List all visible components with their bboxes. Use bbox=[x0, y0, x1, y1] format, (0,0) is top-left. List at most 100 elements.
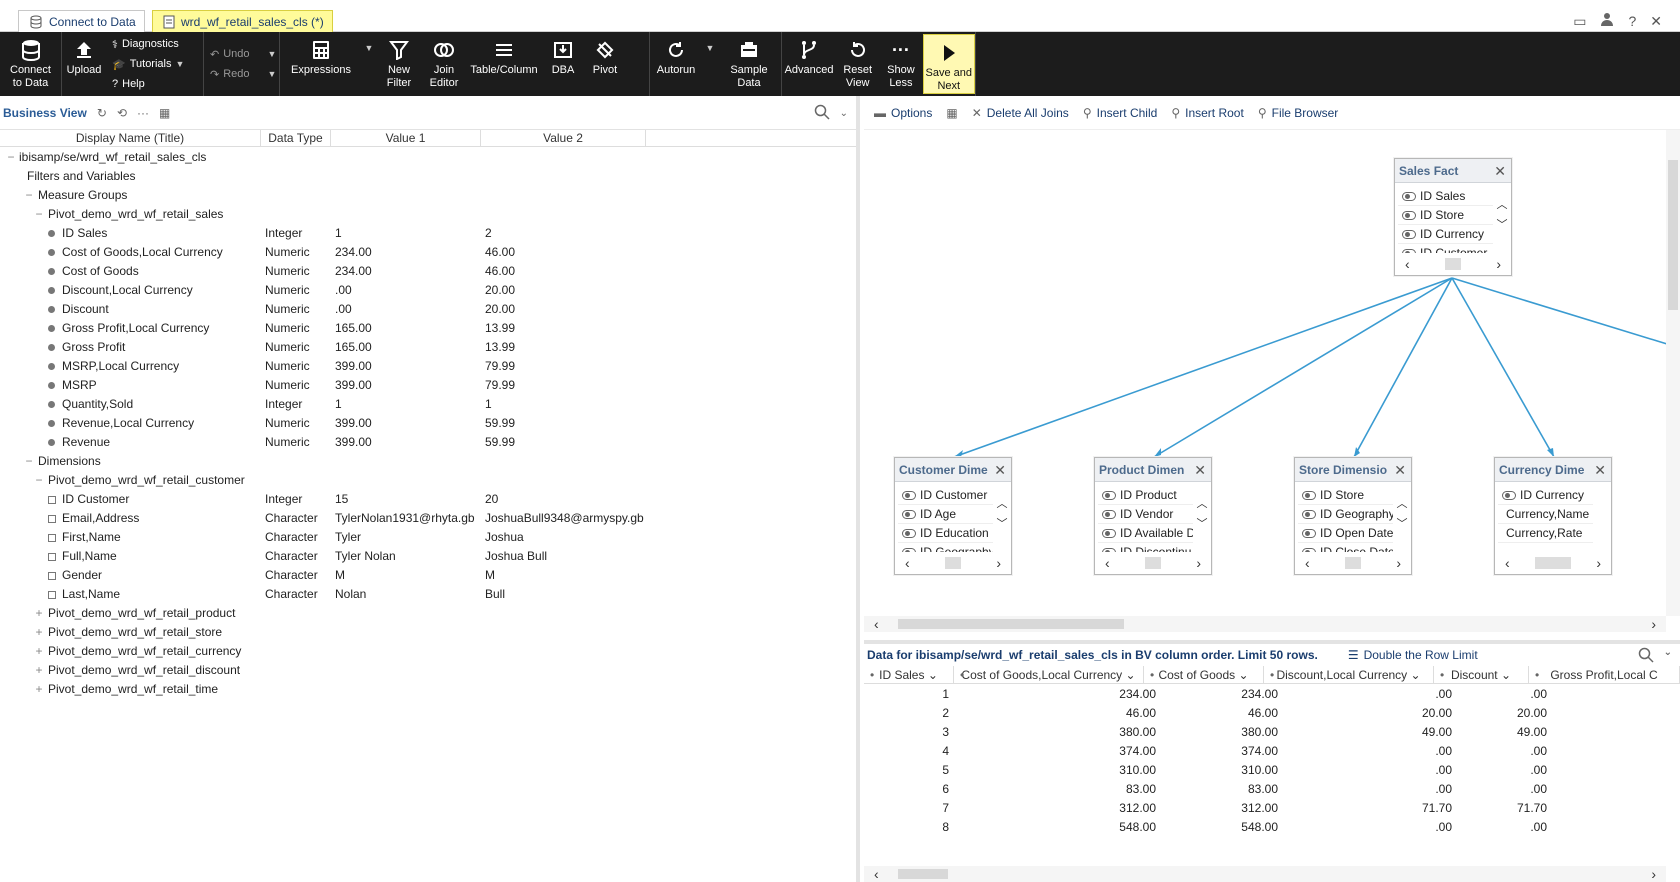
tree-row[interactable]: − ibisamp/se/wrd_wf_retail_sales_cls bbox=[0, 148, 856, 167]
chevron-left-icon[interactable]: ‹ bbox=[874, 866, 879, 882]
entity-store[interactable]: Store Dimensio ✕ ID Store ID Geography ID Op… bbox=[1294, 457, 1412, 575]
tree-row[interactable]: − Dimensions bbox=[0, 452, 856, 471]
tree-row[interactable]: MSRP,Local Currency Numeric 399.00 79.99 bbox=[0, 357, 856, 376]
more-icon[interactable]: ··· bbox=[137, 106, 149, 120]
grid-column-header[interactable]: Gross Profit,Local C bbox=[1529, 666, 1680, 683]
expand-icon[interactable]: + bbox=[34, 623, 44, 642]
chevron-left-icon[interactable]: ‹ bbox=[1305, 555, 1310, 571]
tree-row[interactable]: + Pivot_demo_wrd_wf_retail_store bbox=[0, 623, 856, 642]
tree-row[interactable]: − Pivot_demo_wrd_wf_retail_sales bbox=[0, 205, 856, 224]
collapse-icon[interactable]: − bbox=[6, 148, 16, 167]
table-row[interactable]: 4 374.00 374.00 .00 .00 bbox=[864, 742, 1680, 761]
grid-icon[interactable]: ▦ bbox=[159, 106, 170, 120]
tab-retail-sales[interactable]: wrd_wf_retail_sales_cls (*) bbox=[152, 10, 333, 32]
tree-row[interactable]: ID Customer Integer 15 20 bbox=[0, 490, 856, 509]
tree-row[interactable]: + Pivot_demo_wrd_wf_retail_discount bbox=[0, 661, 856, 680]
scroll-thumb[interactable] bbox=[898, 619, 1124, 629]
tree-row[interactable]: + Pivot_demo_wrd_wf_retail_product bbox=[0, 604, 856, 623]
insert-root-button[interactable]: ⚲ Insert Root bbox=[1171, 106, 1244, 120]
close-icon[interactable]: ✕ bbox=[1650, 13, 1662, 29]
table-column-button[interactable]: Table/Column bbox=[466, 32, 542, 96]
tree-row[interactable]: Cost of Goods,Local Currency Numeric 234.0… bbox=[0, 243, 856, 262]
tree-row[interactable]: Discount Numeric .00 20.00 bbox=[0, 300, 856, 319]
save-and-next-button[interactable]: Save and Next bbox=[922, 34, 976, 94]
chevron-up-icon[interactable]: ︿ bbox=[1196, 494, 1208, 514]
column-header-data-type[interactable]: Data Type bbox=[261, 130, 331, 146]
entity-vertical-scroll[interactable]: ︿ ﹀ bbox=[996, 494, 1008, 544]
tree-row[interactable]: Gender Character M M bbox=[0, 566, 856, 585]
join-line-product[interactable] bbox=[1153, 277, 1453, 458]
chevron-down-icon[interactable]: ﹀ bbox=[1196, 514, 1208, 534]
entity-horizontal-scroll[interactable]: ‹ › bbox=[905, 555, 1001, 571]
column-header-display-name[interactable]: Display Name (Title) bbox=[0, 130, 261, 146]
tree-row[interactable]: First,Name Character Tyler Joshua bbox=[0, 528, 856, 547]
scroll-thumb[interactable] bbox=[1145, 557, 1161, 569]
dba-button[interactable]: DBA bbox=[542, 32, 584, 96]
chevron-left-icon[interactable]: ‹ bbox=[874, 616, 879, 632]
grid-column-header[interactable]: Cost of Goods,Local Currency ⌄ bbox=[954, 666, 1144, 683]
entity-title[interactable]: Customer Dime ✕ bbox=[895, 458, 1011, 482]
chevron-left-icon[interactable]: ‹ bbox=[1505, 555, 1510, 571]
close-icon[interactable]: ✕ bbox=[1594, 458, 1606, 481]
chevron-up-icon[interactable]: ︿ bbox=[1496, 195, 1508, 215]
expressions-button[interactable]: Expressions bbox=[280, 32, 362, 96]
chevron-down-icon[interactable]: ﹀ bbox=[996, 514, 1008, 534]
tree-row[interactable]: Full,Name Character Tyler Nolan Joshua Bull bbox=[0, 547, 856, 566]
entity-horizontal-scroll[interactable]: ‹ › bbox=[1305, 555, 1401, 571]
tree-row[interactable]: − Pivot_demo_wrd_wf_retail_customer bbox=[0, 471, 856, 490]
chevron-right-icon[interactable]: › bbox=[1651, 616, 1656, 632]
user-icon[interactable] bbox=[1600, 12, 1614, 29]
collapse-icon[interactable]: − bbox=[34, 471, 44, 490]
entity-field[interactable]: ID Vendor bbox=[1098, 505, 1193, 524]
file-browser-button[interactable]: ⚲ File Browser bbox=[1258, 106, 1338, 120]
autorun-button[interactable]: Autorun bbox=[650, 32, 702, 96]
advanced-button[interactable]: Advanced bbox=[782, 32, 836, 96]
chevron-down-icon[interactable]: ﹀ bbox=[1496, 215, 1508, 235]
grid-column-header[interactable]: Discount ⌄ bbox=[1434, 666, 1529, 683]
redo-button[interactable]: ↷ Redo ▼ bbox=[210, 66, 276, 83]
window-icon[interactable]: ▭ bbox=[1573, 13, 1586, 29]
chevron-right-icon[interactable]: › bbox=[1496, 256, 1501, 272]
autorun-dropdown[interactable]: ▼ bbox=[702, 32, 718, 96]
collapse-icon[interactable]: − bbox=[34, 205, 44, 224]
options-button[interactable]: ▬ Options bbox=[874, 106, 932, 120]
chevron-right-icon[interactable]: › bbox=[1196, 555, 1201, 571]
entity-field[interactable]: ID Education bbox=[898, 524, 993, 543]
delete-all-joins-button[interactable]: ✕ Delete All Joins bbox=[972, 106, 1069, 120]
entity-product[interactable]: Product Dimen ✕ ID Product ID Vendor ID Avai… bbox=[1094, 457, 1212, 575]
entity-field[interactable]: ID Geography bbox=[1298, 505, 1393, 524]
tree-row[interactable]: Revenue,Local Currency Numeric 399.00 59.99 bbox=[0, 414, 856, 433]
join-line-store[interactable] bbox=[1353, 277, 1453, 458]
chevron-down-icon[interactable]: ⌄ bbox=[1498, 668, 1511, 682]
entity-field[interactable]: ID Currency bbox=[1498, 486, 1593, 505]
entity-field[interactable]: ID Discontinu bbox=[1098, 543, 1193, 552]
expand-icon[interactable]: + bbox=[34, 604, 44, 623]
chevron-down-icon[interactable]: ⌄ bbox=[1122, 668, 1136, 682]
column-header-value-2[interactable]: Value 2 bbox=[481, 130, 646, 146]
pivot-button[interactable]: Pivot bbox=[584, 32, 626, 96]
close-icon[interactable]: ✕ bbox=[1494, 159, 1506, 182]
tree-row[interactable]: MSRP Numeric 399.00 79.99 bbox=[0, 376, 856, 395]
grid-column-header[interactable]: Cost of Goods ⌄ bbox=[1144, 666, 1264, 683]
refresh-icon[interactable]: ↻ bbox=[97, 106, 107, 120]
sample-data-button[interactable]: Sample Data bbox=[718, 32, 780, 96]
tree-row[interactable]: Last,Name Character Nolan Bull bbox=[0, 585, 856, 604]
scroll-thumb[interactable] bbox=[1445, 258, 1461, 270]
chevron-down-icon[interactable]: ▼ bbox=[175, 59, 184, 69]
tree-row[interactable]: Gross Profit,Local Currency Numeric 165.00… bbox=[0, 319, 856, 338]
chevron-down-icon[interactable]: ⌄ bbox=[1664, 647, 1672, 666]
chevron-right-icon[interactable]: › bbox=[1596, 555, 1601, 571]
join-line-customer[interactable] bbox=[953, 277, 1453, 458]
collapse-icon[interactable]: − bbox=[24, 452, 34, 471]
chevron-down-icon[interactable]: ▼ bbox=[268, 69, 277, 79]
entity-field[interactable]: ID Geography bbox=[898, 543, 993, 552]
chevron-left-icon[interactable]: ‹ bbox=[1105, 555, 1110, 571]
entity-vertical-scroll[interactable]: ︿ ﹀ bbox=[1396, 494, 1408, 544]
tree-row[interactable]: Filters and Variables bbox=[0, 167, 856, 186]
entity-title[interactable]: Product Dimen ✕ bbox=[1095, 458, 1211, 482]
entity-field[interactable]: Currency,Rate bbox=[1498, 524, 1593, 543]
expand-icon[interactable]: + bbox=[34, 680, 44, 699]
chevron-down-icon[interactable]: ▼ bbox=[268, 49, 277, 59]
tree-row[interactable]: Cost of Goods Numeric 234.00 46.00 bbox=[0, 262, 856, 281]
table-row[interactable]: 7 312.00 312.00 71.70 71.70 bbox=[864, 799, 1680, 818]
